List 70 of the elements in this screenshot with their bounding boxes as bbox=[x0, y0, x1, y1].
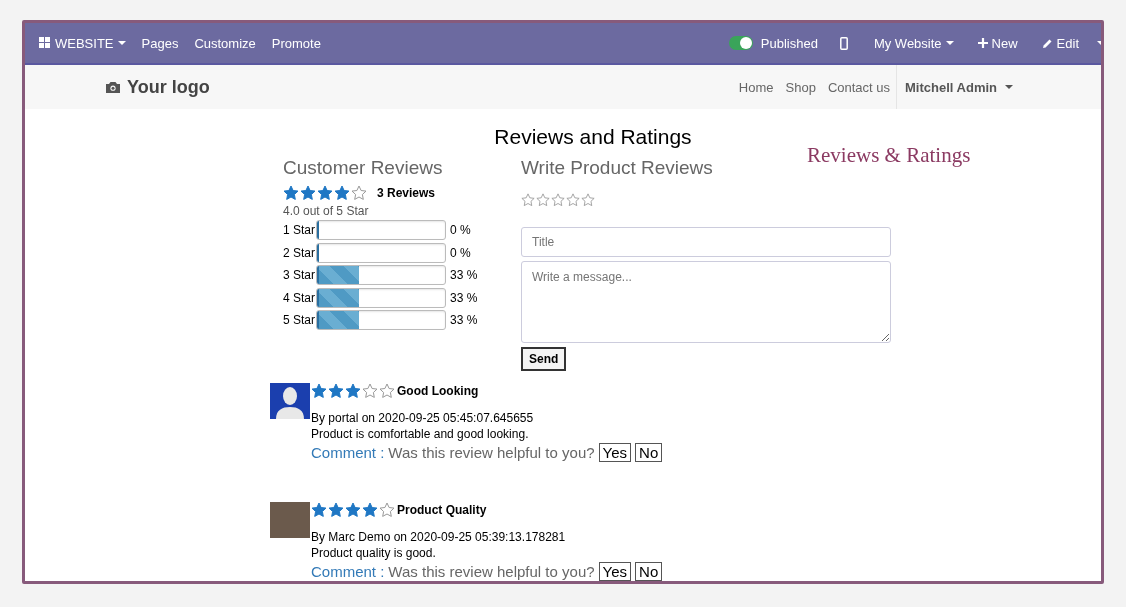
empty-star-icon bbox=[566, 193, 580, 207]
empty-star-icon bbox=[581, 193, 595, 207]
comment-link[interactable]: Comment : bbox=[311, 563, 385, 580]
section-heading: Write Product Reviews bbox=[521, 157, 714, 179]
percent-label: 0 % bbox=[450, 245, 471, 260]
photo-placeholder bbox=[270, 502, 310, 538]
toolbar-menu-item[interactable]: Customize bbox=[186, 35, 264, 51]
percent-label: 33 % bbox=[450, 290, 478, 305]
message-field[interactable]: Write a message... bbox=[521, 261, 891, 343]
filled-star-icon bbox=[334, 185, 350, 201]
grid-icon bbox=[39, 37, 51, 49]
section-heading: Customer Reviews bbox=[283, 157, 444, 179]
star-label: 2 Star bbox=[283, 245, 316, 260]
empty-star-icon bbox=[521, 193, 535, 207]
filled-star-icon bbox=[317, 185, 333, 201]
review-title: Good Looking bbox=[397, 384, 479, 398]
user-menu[interactable]: Mitchell Admin bbox=[896, 65, 1027, 109]
logo[interactable]: Your logo bbox=[105, 76, 210, 98]
filled-star-icon bbox=[328, 502, 344, 518]
star-label: 4 Star bbox=[283, 290, 316, 305]
empty-star-icon bbox=[379, 383, 395, 399]
send-button[interactable]: Send bbox=[521, 347, 567, 371]
pencil-icon bbox=[1041, 37, 1053, 49]
no-button[interactable]: No bbox=[635, 562, 663, 581]
comment-link[interactable]: Comment : bbox=[311, 444, 385, 461]
helpful-question: Was this review helpful to you? bbox=[388, 444, 595, 461]
toolbar-menu-item[interactable]: Pages bbox=[133, 35, 187, 51]
phone-icon bbox=[839, 36, 848, 50]
review-byline: By Marc Demo on 2020-09-25 05:39:13.178281 bbox=[311, 530, 567, 544]
filled-star-icon bbox=[345, 502, 361, 518]
nav-link[interactable]: Home bbox=[732, 79, 780, 95]
yes-button[interactable]: Yes bbox=[598, 443, 632, 462]
percent-label: 0 % bbox=[450, 223, 471, 238]
filled-star-icon bbox=[362, 502, 378, 518]
yes-button[interactable]: Yes bbox=[598, 562, 632, 581]
nav-link[interactable]: Shop bbox=[779, 79, 822, 95]
avatar-icon bbox=[270, 383, 310, 419]
title-field[interactable]: Title bbox=[521, 227, 891, 257]
star-label: 5 Star bbox=[283, 313, 316, 328]
filled-star-icon bbox=[311, 383, 327, 399]
star-label: 1 Star bbox=[283, 223, 316, 238]
section-title: Reviews & Ratings bbox=[807, 143, 971, 168]
filled-star-icon bbox=[345, 383, 361, 399]
toolbar-menu-item[interactable]: Promote bbox=[263, 35, 329, 51]
filled-star-icon bbox=[311, 502, 327, 518]
filled-star-icon bbox=[283, 185, 299, 201]
review-byline: By portal on 2020-09-25 05:45:07.645655 bbox=[311, 411, 535, 425]
helpful-question: Was this review helpful to you? bbox=[388, 563, 595, 580]
apps-menu[interactable]: WEBSITE bbox=[31, 35, 134, 51]
plus-icon bbox=[977, 38, 988, 48]
review-count: 3 Reviews bbox=[377, 186, 436, 200]
publish-toggle[interactable]: Published bbox=[721, 35, 826, 51]
percent-label: 33 % bbox=[450, 313, 478, 328]
no-button[interactable]: No bbox=[635, 443, 663, 462]
new-button[interactable]: New bbox=[965, 35, 1030, 51]
review-title: Product Quality bbox=[397, 503, 487, 517]
camera-icon bbox=[105, 80, 121, 94]
review-text: Product is comfortable and good looking. bbox=[311, 427, 530, 441]
percent-label: 33 % bbox=[450, 268, 478, 283]
empty-star-icon bbox=[536, 193, 550, 207]
empty-star-icon bbox=[551, 193, 565, 207]
filled-star-icon bbox=[328, 383, 344, 399]
nav-link[interactable]: Contact us bbox=[821, 79, 897, 95]
edit-button[interactable]: Edit bbox=[1029, 35, 1091, 51]
average-rating: 4.0 out of 5 Star bbox=[283, 204, 370, 218]
filled-star-icon bbox=[300, 185, 316, 201]
star-label: 3 Star bbox=[283, 268, 316, 283]
review-text: Product quality is good. bbox=[311, 546, 437, 560]
website-menu[interactable]: My Website bbox=[861, 35, 966, 51]
page-title: Reviews and Ratings bbox=[493, 125, 693, 149]
